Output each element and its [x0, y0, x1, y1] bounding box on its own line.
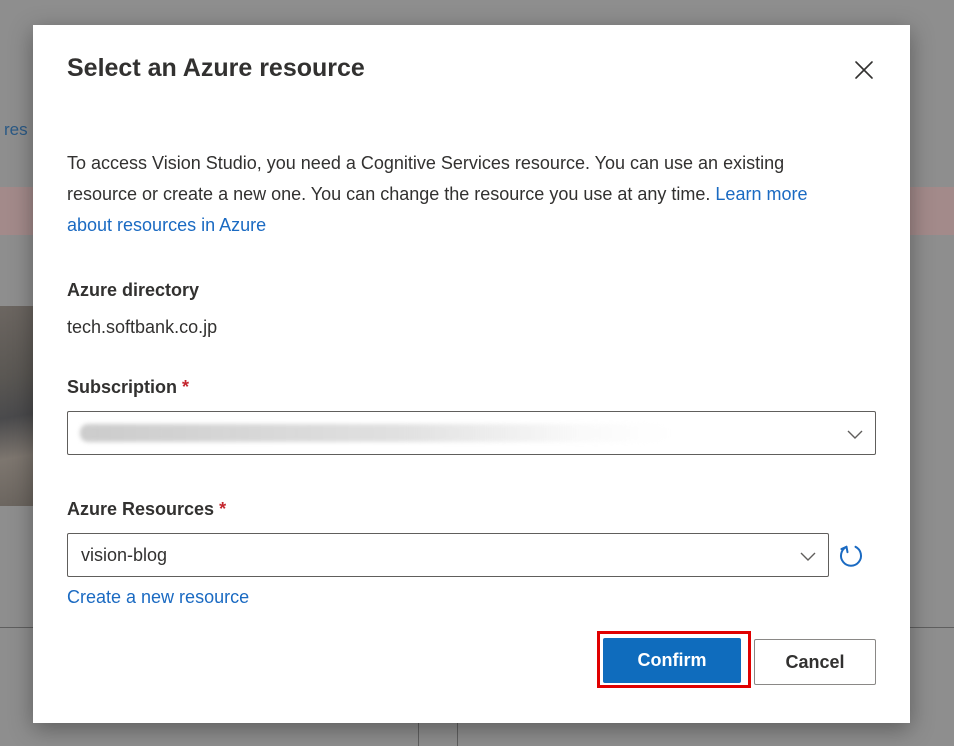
azure-resources-dropdown[interactable]: vision-blog: [67, 533, 829, 577]
azure-directory-label: Azure directory: [67, 280, 200, 300]
cancel-button[interactable]: Cancel: [754, 639, 876, 685]
dialog-title: Select an Azure resource: [67, 54, 365, 82]
close-button[interactable]: [849, 55, 879, 85]
redacted-subscription-value: [80, 424, 670, 442]
background-partial-link: res: [4, 120, 28, 139]
confirm-button[interactable]: Confirm: [603, 638, 741, 683]
description-text: To access Vision Studio, you need a Cogn…: [67, 153, 785, 204]
close-icon: [855, 61, 873, 79]
chevron-down-icon: [846, 425, 864, 443]
azure-resources-label-text: Azure Resources: [67, 499, 215, 519]
subscription-label-text: Subscription: [67, 377, 178, 397]
create-new-resource-link[interactable]: Create a new resource: [67, 587, 249, 608]
select-resource-dialog: Select an Azure resource To access Visio…: [33, 25, 910, 723]
background-thumbnail: [0, 306, 33, 506]
azure-directory-value: tech.softbank.co.jp: [67, 317, 218, 337]
dialog-description: To access Vision Studio, you need a Cogn…: [67, 148, 857, 241]
required-marker: *: [219, 499, 227, 519]
subscription-label: Subscription *: [67, 377, 189, 398]
subscription-dropdown[interactable]: [67, 411, 876, 455]
refresh-button[interactable]: [837, 542, 865, 570]
azure-resources-label: Azure Resources *: [67, 499, 226, 520]
azure-resources-selected-value: vision-blog: [81, 545, 168, 565]
chevron-down-icon: [799, 547, 817, 565]
required-marker: *: [182, 377, 190, 397]
refresh-icon: [840, 545, 862, 567]
